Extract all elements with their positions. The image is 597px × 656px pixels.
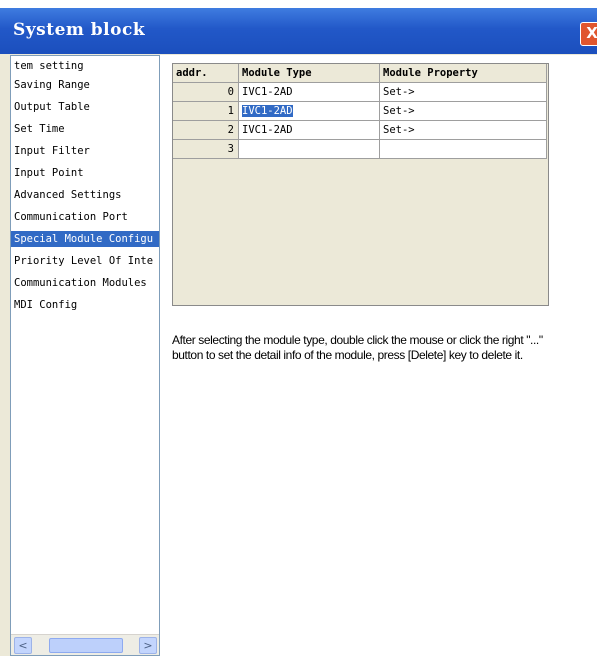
- close-button[interactable]: X: [580, 22, 597, 46]
- sidebar-item-communication-modules[interactable]: Communication Modules: [14, 276, 147, 290]
- module-grid: addr. Module Type Module Property 0 IVC1…: [172, 63, 549, 306]
- module-type-cell-selected[interactable]: IVC1-2AD: [239, 102, 380, 121]
- window-title: System block: [13, 20, 146, 40]
- help-text: After selecting the module type, double …: [172, 333, 543, 362]
- module-type-selected-text: IVC1-2AD: [242, 105, 293, 117]
- sidebar-item-special-module-config[interactable]: Special Module Configu: [11, 231, 159, 247]
- column-header-addr: addr.: [173, 64, 239, 83]
- module-type-cell[interactable]: IVC1-2AD: [239, 121, 380, 140]
- scroll-thumb[interactable]: [49, 638, 123, 653]
- sidebar-item-advanced-settings[interactable]: Advanced Settings: [14, 188, 121, 202]
- column-header-module-type: Module Type: [239, 64, 380, 83]
- settings-tree: tem setting Saving Range Output Table Se…: [10, 55, 160, 656]
- scroll-right-icon[interactable]: >: [139, 637, 157, 654]
- sidebar-item-mdi-config[interactable]: MDI Config: [14, 298, 77, 312]
- module-property-cell[interactable]: Set->: [380, 83, 547, 102]
- horizontal-scrollbar[interactable]: < >: [11, 634, 159, 655]
- row-address: 0: [173, 83, 239, 102]
- row-address: 3: [173, 140, 239, 159]
- sidebar-item-input-point[interactable]: Input Point: [14, 166, 84, 180]
- column-header-module-property: Module Property: [380, 64, 547, 83]
- module-property-cell[interactable]: [380, 140, 547, 159]
- sidebar-item-input-filter[interactable]: Input Filter: [14, 144, 90, 158]
- sidebar-item-priority-level[interactable]: Priority Level Of Inte: [14, 254, 153, 268]
- module-property-cell[interactable]: Set->: [380, 121, 547, 140]
- system-block-dialog: System block X tem setting Saving Range …: [0, 0, 597, 656]
- module-type-cell[interactable]: IVC1-2AD: [239, 83, 380, 102]
- title-bar[interactable]: System block X: [0, 8, 597, 54]
- sidebar-item-system-setting[interactable]: tem setting: [14, 59, 84, 73]
- sidebar-item-set-time[interactable]: Set Time: [14, 122, 65, 136]
- row-address: 1: [173, 102, 239, 121]
- sidebar-item-output-table[interactable]: Output Table: [14, 100, 90, 114]
- module-type-cell[interactable]: [239, 140, 380, 159]
- sidebar-item-saving-range[interactable]: Saving Range: [14, 78, 90, 92]
- sidebar-item-communication-port[interactable]: Communication Port: [14, 210, 128, 224]
- row-address: 2: [173, 121, 239, 140]
- scroll-left-icon[interactable]: <: [14, 637, 32, 654]
- module-property-cell[interactable]: Set->: [380, 102, 547, 121]
